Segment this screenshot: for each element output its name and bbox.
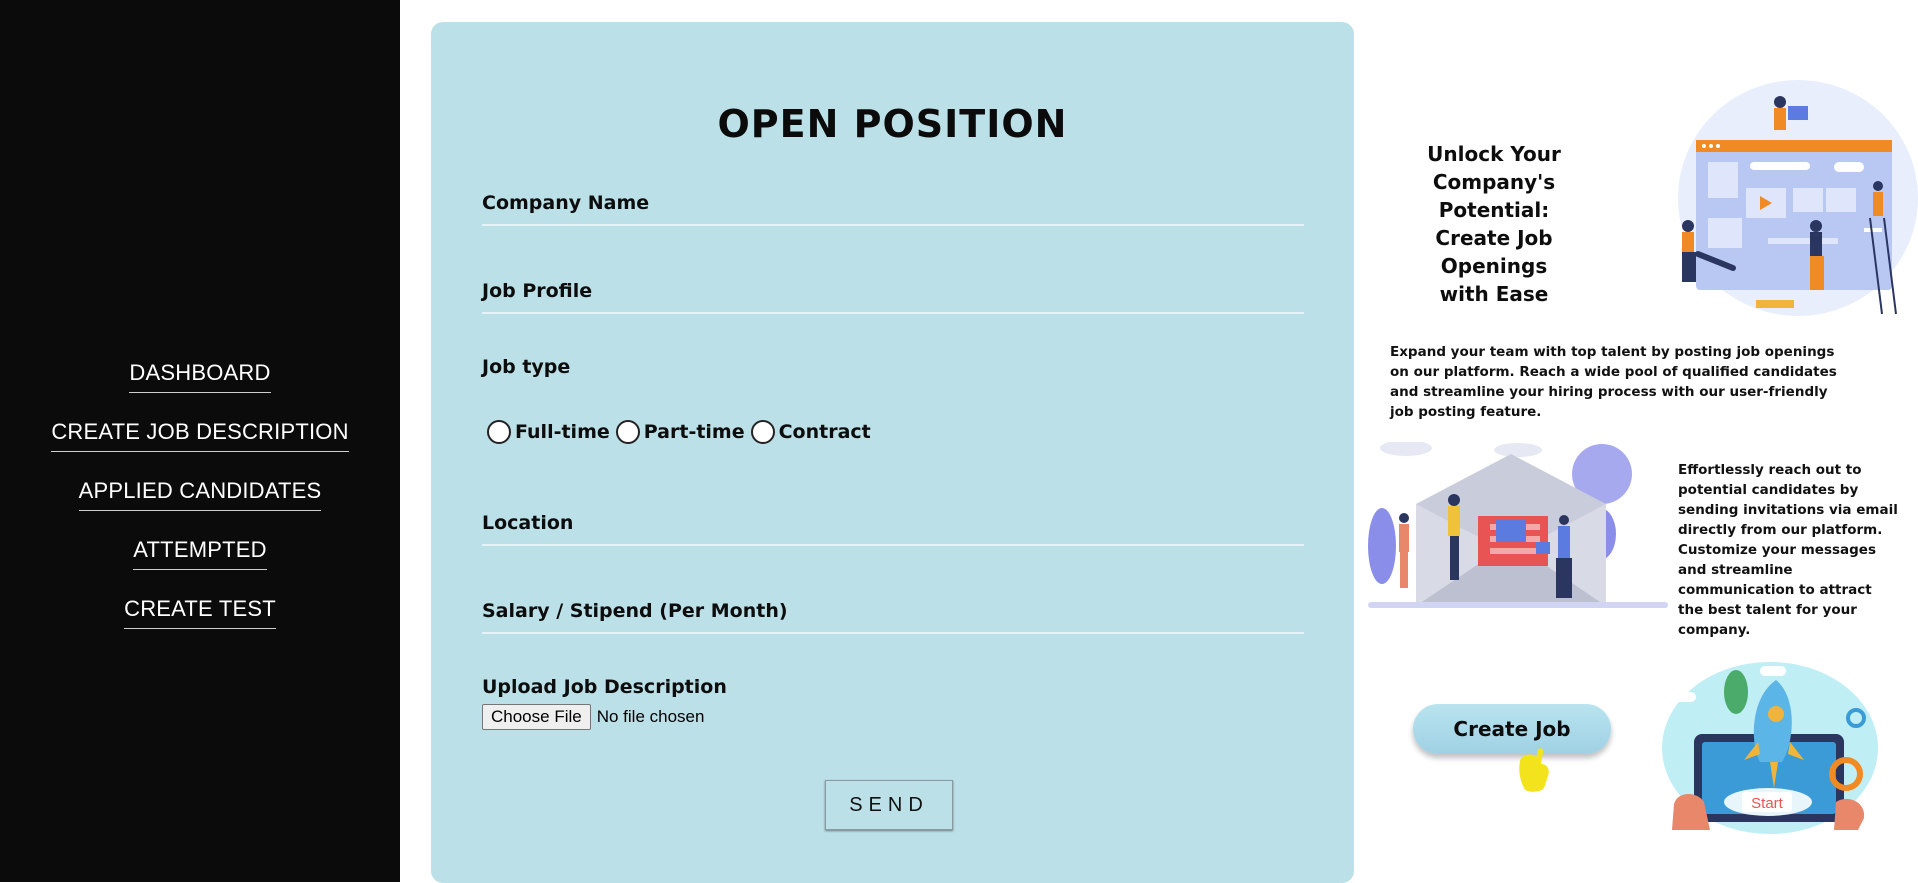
send-button[interactable]: SEND — [825, 780, 953, 830]
website-building-illustration — [1678, 80, 1918, 316]
part-time-label[interactable]: Part-time — [644, 421, 745, 443]
create-job-button[interactable]: Create Job — [1413, 704, 1611, 754]
company-name-input[interactable] — [482, 224, 1304, 226]
salary-field[interactable]: Salary / Stipend (Per Month) — [482, 600, 1304, 634]
sidebar-nav: DASHBOARD CREATE JOB DESCRIPTION APPLIED… — [0, 360, 400, 655]
email-invitation-illustration — [1368, 442, 1668, 608]
file-status: No file chosen — [596, 707, 705, 726]
location-field[interactable]: Location — [482, 512, 1304, 546]
company-name-label: Company Name — [482, 192, 650, 214]
job-type-label: Job type — [482, 356, 571, 378]
contract-label[interactable]: Contract — [779, 421, 871, 443]
location-label: Location — [482, 512, 574, 534]
promo-heading-line-1: Unlock Your Company's — [1427, 142, 1561, 194]
promo-heading-line-2: Potential: — [1438, 198, 1550, 222]
salary-label: Salary / Stipend (Per Month) — [482, 600, 788, 622]
job-type-radio-group: Full-time Part-time Contract — [487, 420, 877, 444]
sidebar-item-applied-candidates[interactable]: APPLIED CANDIDATES — [78, 478, 322, 511]
part-time-radio[interactable] — [615, 420, 640, 444]
pointer-hand-icon — [1519, 748, 1549, 792]
location-input[interactable] — [482, 544, 1304, 546]
start-label: Start — [1751, 795, 1784, 812]
choose-file-button[interactable]: Choose File — [482, 704, 591, 730]
sidebar: DASHBOARD CREATE JOB DESCRIPTION APPLIED… — [0, 0, 400, 882]
job-profile-input[interactable] — [482, 312, 1304, 314]
open-position-form: OPEN POSITION Company Name Job Profile J… — [431, 22, 1354, 883]
sidebar-item-create-test[interactable]: CREATE TEST — [124, 596, 276, 629]
promo-panel: Unlock Your Company's Potential: Create … — [1354, 0, 1918, 882]
full-time-radio[interactable] — [487, 420, 511, 444]
job-profile-label: Job Profile — [482, 280, 593, 302]
file-upload[interactable]: Choose File No file chosen — [482, 704, 704, 730]
promo-heading: Unlock Your Company's Potential: Create … — [1384, 140, 1604, 308]
form-title: OPEN POSITION — [717, 102, 1068, 146]
contract-radio[interactable] — [750, 420, 775, 444]
promo-heading-line-4: with Ease — [1439, 282, 1549, 306]
upload-label: Upload Job Description — [482, 676, 727, 698]
sidebar-item-attempted[interactable]: ATTEMPTED — [133, 537, 267, 570]
upload-field: Upload Job Description — [482, 676, 1304, 698]
job-profile-field[interactable]: Job Profile — [482, 280, 1304, 314]
rocket-launch-illustration: Start — [1662, 662, 1878, 834]
salary-input[interactable] — [482, 632, 1304, 634]
promo-heading-line-3: Create Job Openings — [1435, 226, 1553, 278]
full-time-label[interactable]: Full-time — [515, 421, 610, 443]
company-name-field[interactable]: Company Name — [482, 192, 1304, 226]
sidebar-item-create-job-description[interactable]: CREATE JOB DESCRIPTION — [51, 419, 349, 452]
job-type-field: Job type — [482, 356, 1304, 378]
promo-paragraph-1: Expand your team with top talent by post… — [1390, 344, 1837, 420]
promo-paragraph-2: Effortlessly reach out to potential cand… — [1678, 462, 1898, 638]
sidebar-item-dashboard[interactable]: DASHBOARD — [129, 360, 271, 393]
